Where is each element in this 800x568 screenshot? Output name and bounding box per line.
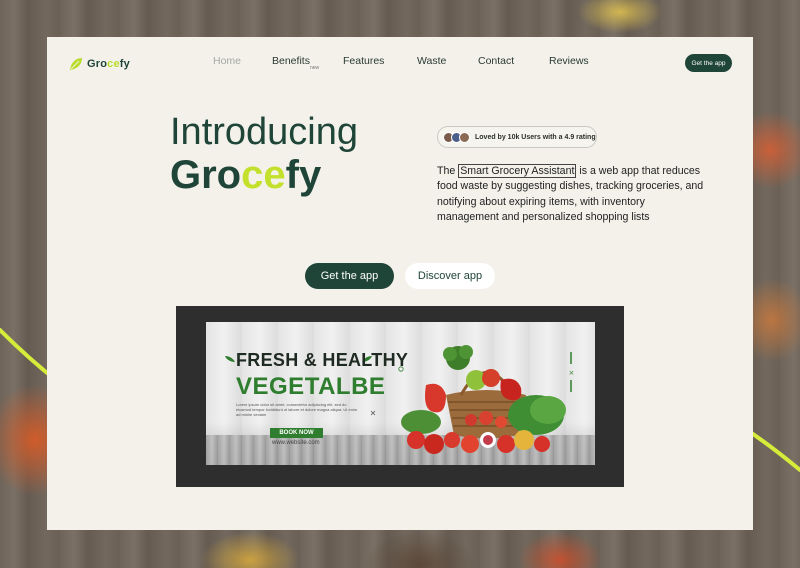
hero-description: The Smart Grocery Assistant is a web app… [437,164,704,223]
cross-ornament [370,410,376,416]
banner-subheadline: VEGETALBE [236,373,386,400]
avatar [459,131,470,143]
nav-item-waste[interactable]: Waste [417,55,446,67]
nav-item-reviews[interactable]: Reviews [549,55,589,67]
leaf-icon [225,356,235,362]
rating-text: Loved by 10k Users with a 4.9 rating [475,133,596,141]
svg-text:×: × [569,369,575,377]
banner-body-text: Lorem ipsum dolor sit amet, consectetur … [236,402,358,417]
nav-new-badge: new [310,65,320,71]
nav-item-features[interactable]: Features [343,55,384,67]
main-card: Grocefy Home Benefits new Features Waste… [47,37,753,530]
nav-item-benefits[interactable]: Benefits [272,55,310,67]
nav-item-home[interactable]: Home [213,55,241,67]
nav-get-app-button[interactable]: Get the app [685,54,732,72]
circle-ornament [398,366,404,372]
hero-title-line2: Grocefy [170,153,322,197]
user-avatars [443,131,470,143]
get-app-button[interactable]: Get the app [305,263,394,289]
banner-ornament: × [569,352,575,392]
hero-title-line1: Introducing [170,111,359,153]
banner-website: www.website.com [272,440,320,446]
nav-item-contact[interactable]: Contact [478,55,514,67]
discover-app-button[interactable]: Discover app [405,263,495,289]
book-now-button[interactable]: BOOK NOW [270,428,323,438]
banner-frame: FRESH & HEALTHY VEGETALBE Lorem ipsum do… [176,306,624,487]
rating-badge: Loved by 10k Users with a 4.9 rating [437,126,597,148]
banner-headline: FRESH & HEALTHY [236,350,409,370]
promo-banner: FRESH & HEALTHY VEGETALBE Lorem ipsum do… [206,322,595,465]
highlighted-phrase: Smart Grocery Assistant [458,164,577,178]
vegetable-basket-image [401,345,566,454]
top-nav: Home Benefits new Features Waste Contact… [47,55,753,71]
